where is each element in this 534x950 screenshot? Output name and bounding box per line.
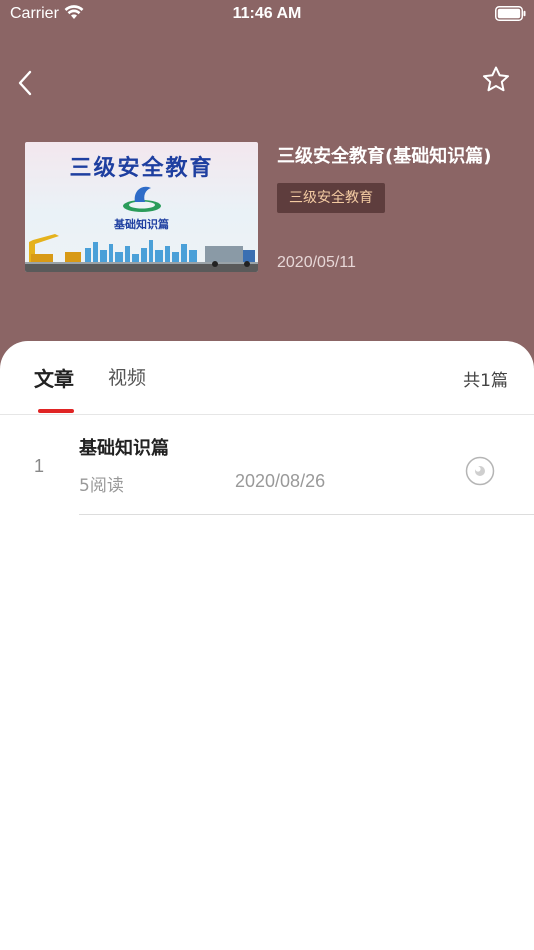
safety-logo-icon bbox=[123, 186, 161, 212]
article-date: 2020/08/26 bbox=[235, 471, 326, 491]
tab-videos[interactable]: 视频 bbox=[108, 363, 146, 390]
status-bar: Carrier 11:46 AM bbox=[0, 0, 534, 30]
battery-icon bbox=[495, 6, 526, 21]
cover-title: 三级安全教育 bbox=[69, 155, 214, 181]
tab-articles[interactable]: 文章 bbox=[34, 363, 74, 392]
screen: Carrier 11:46 AM 三级安全教育 基础知识篇 三级安全教育(基础知… bbox=[0, 0, 534, 950]
article-read-count: 5阅读 bbox=[79, 476, 124, 496]
back-button[interactable] bbox=[12, 66, 42, 100]
eye-icon bbox=[465, 456, 495, 486]
article-index: 1 bbox=[34, 456, 45, 476]
course-cover-image: 三级安全教育 基础知识篇 bbox=[25, 142, 258, 272]
article-total-count: 共1篇 bbox=[463, 371, 508, 391]
course-title: 三级安全教育(基础知识篇) bbox=[277, 146, 492, 167]
article-title: 基础知识篇 bbox=[79, 438, 169, 459]
category-tag[interactable]: 三级安全教育 bbox=[277, 183, 385, 213]
status-time: 11:46 AM bbox=[232, 5, 302, 22]
tabs-divider bbox=[0, 414, 534, 415]
row-divider bbox=[79, 514, 534, 515]
course-date: 2020/05/11 bbox=[277, 254, 356, 271]
article-list-item[interactable]: 1 基础知识篇 5阅读 2020/08/26 bbox=[0, 420, 534, 516]
favorite-star-icon[interactable] bbox=[480, 64, 512, 96]
cover-illustration bbox=[25, 234, 258, 272]
active-tab-indicator bbox=[38, 409, 74, 413]
course-header: Carrier 11:46 AM 三级安全教育 基础知识篇 三级安全教育(基础知… bbox=[0, 0, 534, 380]
